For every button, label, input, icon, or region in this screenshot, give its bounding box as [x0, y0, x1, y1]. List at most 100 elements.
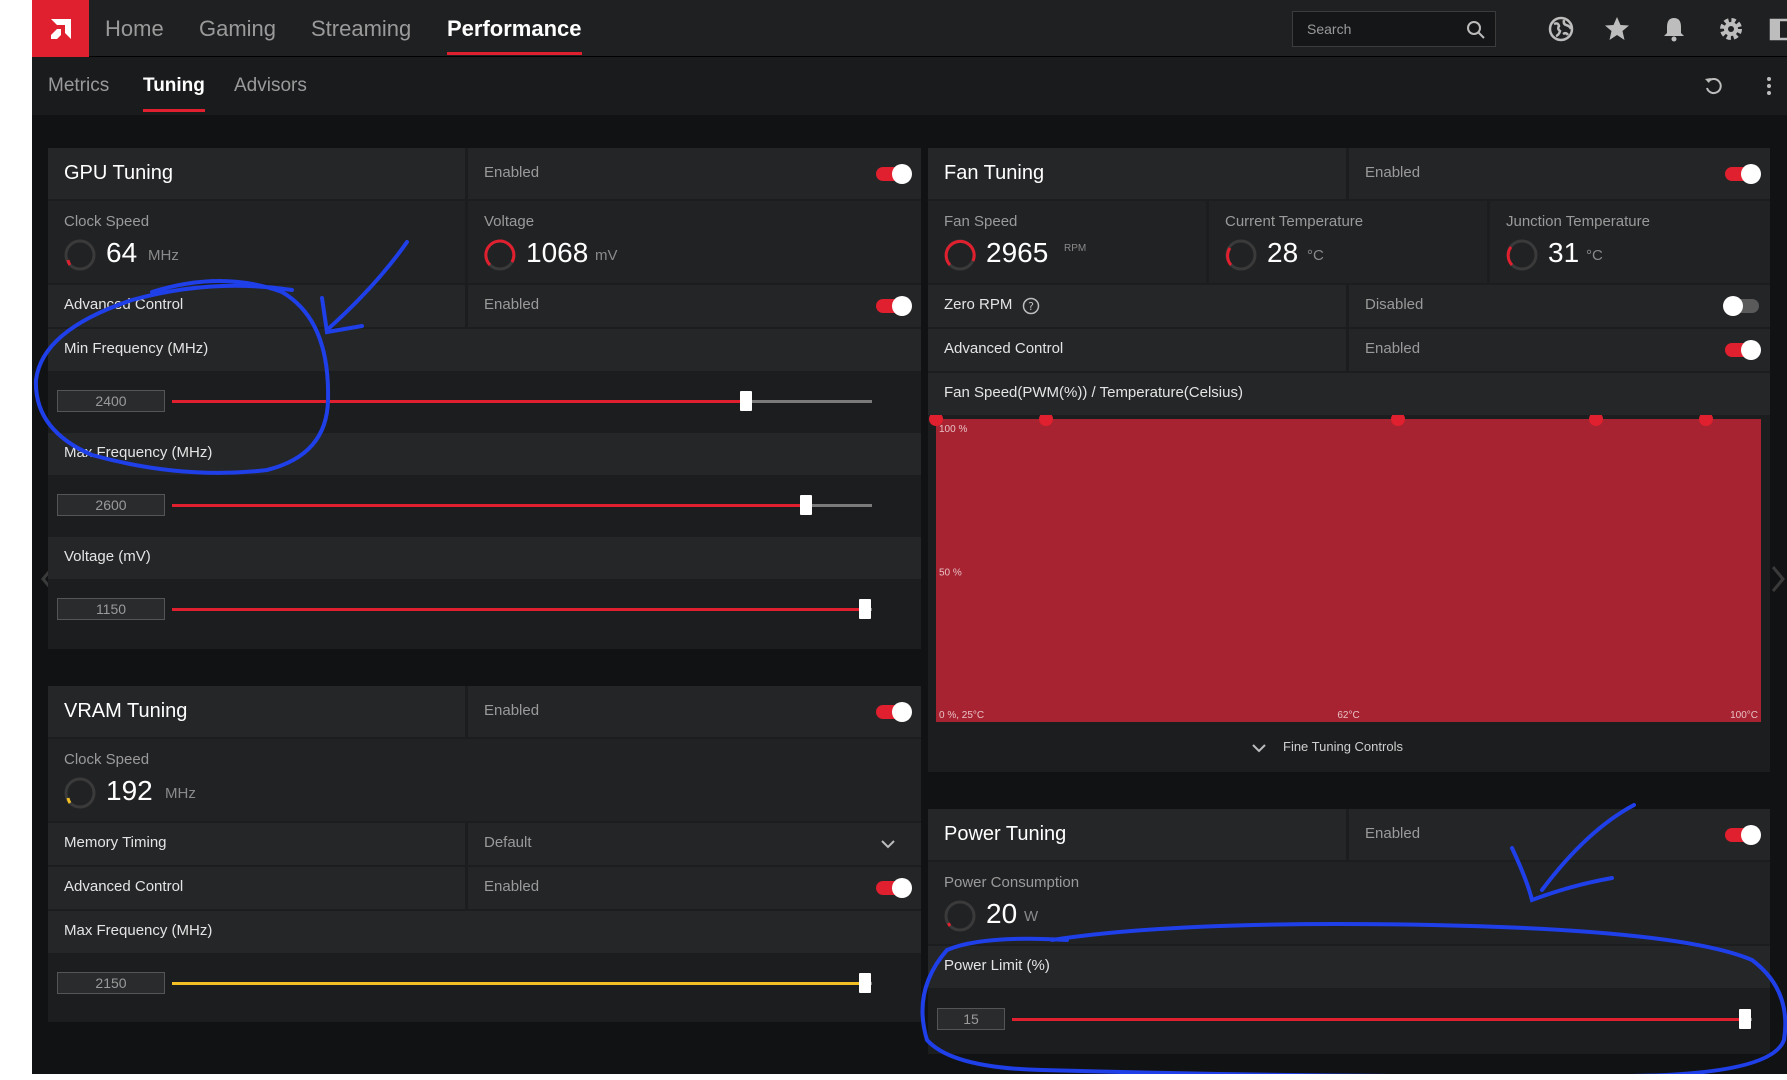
- tab-advisors[interactable]: Advisors: [234, 57, 307, 115]
- power-limit-thumb[interactable]: [1738, 1009, 1751, 1029]
- fan-chart-header: Fan Speed(PWM(%)) / Temperature(Celsius): [928, 373, 1770, 415]
- gpu-max-freq-slider[interactable]: [172, 495, 872, 515]
- tab-metrics[interactable]: Metrics: [48, 57, 109, 115]
- power-status-cell: Enabled: [1349, 809, 1770, 860]
- gpu-voltage-label: Voltage: [484, 213, 535, 230]
- power-tuning-header: Power Tuning Enabled: [928, 809, 1770, 860]
- fan-chart-title: Fan Speed(PWM(%)) / Temperature(Celsius): [944, 384, 1243, 401]
- search-icon[interactable]: [1466, 20, 1486, 40]
- power-tuning-status: Enabled: [1365, 825, 1421, 842]
- tab-home[interactable]: Home: [105, 0, 164, 57]
- vram-clock-value: 192: [106, 775, 153, 806]
- search-input[interactable]: [1293, 12, 1463, 46]
- gpu-tuning-panel: GPU Tuning Enabled Clock Speed 64 MHz Vo…: [48, 148, 921, 649]
- bell-icon[interactable]: [1659, 14, 1689, 44]
- fine-tuning-row[interactable]: Fine Tuning Controls: [928, 725, 1770, 772]
- zero-rpm-row: Zero RPM ? Disabled: [928, 285, 1770, 327]
- current-temp-unit: °C: [1307, 247, 1324, 264]
- gpu-min-freq-header: Min Frequency (MHz): [48, 329, 921, 371]
- chevron-down-icon[interactable]: [1251, 741, 1267, 755]
- search-box[interactable]: [1292, 11, 1496, 47]
- zero-rpm-status-cell: Disabled: [1349, 285, 1770, 327]
- fan-advanced-label: Advanced Control: [944, 340, 1064, 357]
- gpu-metrics-row: Clock Speed 64 MHz Voltage 1068 mV: [48, 201, 921, 283]
- vram-memory-timing-dropdown[interactable]: Default: [468, 823, 921, 865]
- zero-rpm-toggle[interactable]: [1723, 296, 1759, 316]
- vram-max-freq-header: Max Frequency (MHz): [48, 911, 921, 953]
- gpu-advanced-toggle[interactable]: [876, 296, 912, 316]
- vram-tuning-toggle[interactable]: [876, 702, 912, 722]
- gpu-max-freq-thumb[interactable]: [799, 495, 812, 515]
- gpu-tuning-toggle[interactable]: [876, 164, 912, 184]
- tab-streaming[interactable]: Streaming: [311, 0, 411, 57]
- power-limit-input[interactable]: 15: [937, 1008, 1005, 1030]
- gpu-max-freq-input[interactable]: 2600: [57, 494, 165, 516]
- vram-clock-label: Clock Speed: [64, 751, 150, 768]
- gpu-min-freq-label: Min Frequency (MHz): [64, 340, 209, 357]
- gpu-status-cell: Enabled: [468, 148, 921, 199]
- vram-advanced-status-cell: Enabled: [468, 867, 921, 909]
- next-page-icon[interactable]: [1770, 565, 1786, 593]
- star-icon[interactable]: [1602, 14, 1632, 44]
- gpu-title-cell: GPU Tuning: [48, 148, 465, 199]
- power-consumption-label: Power Consumption: [944, 874, 1080, 891]
- fan-advanced-toggle[interactable]: [1725, 340, 1761, 360]
- zero-rpm-label-cell: Zero RPM ?: [928, 285, 1346, 327]
- current-temp-cell: Current Temperature 28 °C: [1209, 201, 1487, 283]
- gpu-tuning-header: GPU Tuning Enabled: [48, 148, 921, 199]
- vram-title-cell: VRAM Tuning: [48, 686, 465, 737]
- gpu-voltage-value: 1068: [526, 237, 589, 268]
- globe-icon[interactable]: [1546, 14, 1576, 44]
- junction-temp-value: 31: [1548, 237, 1580, 268]
- fan-chart-ytick: 50 %: [939, 568, 962, 579]
- gpu-min-freq-input[interactable]: 2400: [57, 390, 165, 412]
- tab-tuning[interactable]: Tuning: [143, 57, 205, 115]
- power-tuning-toggle[interactable]: [1725, 825, 1761, 845]
- tab-performance[interactable]: Performance: [447, 0, 582, 57]
- power-limit-slider[interactable]: [1012, 1009, 1752, 1029]
- vram-memory-timing-row: Memory Timing Default: [48, 823, 921, 865]
- fan-tuning-toggle[interactable]: [1725, 164, 1761, 184]
- junction-temp-unit: °C: [1586, 247, 1603, 264]
- reset-icon[interactable]: [1703, 75, 1725, 97]
- tab-gaming[interactable]: Gaming: [199, 0, 276, 57]
- fan-tuning-header: Fan Tuning Enabled: [928, 148, 1770, 199]
- gpu-voltage-mv-header: Voltage (mV): [48, 537, 921, 579]
- gpu-advanced-row: Advanced Control Enabled: [48, 285, 921, 327]
- fan-curve-chart[interactable]: 100 % 50 % 0 %, 25°C 62°C 100°C: [928, 415, 1770, 725]
- vram-advanced-label-cell: Advanced Control: [48, 867, 465, 909]
- fan-speed-cell: Fan Speed 2965 RPM: [928, 201, 1206, 283]
- vram-max-freq-input[interactable]: 2150: [57, 972, 165, 994]
- vram-tuning-header: VRAM Tuning Enabled: [48, 686, 921, 737]
- gear-icon[interactable]: [1716, 14, 1746, 44]
- fan-tuning-title: Fan Tuning: [944, 162, 1045, 184]
- gpu-voltage-mv-thumb[interactable]: [859, 599, 871, 619]
- more-icon[interactable]: [1765, 74, 1773, 98]
- gpu-advanced-status-cell: Enabled: [468, 285, 921, 327]
- sidebar-icon[interactable]: [1768, 14, 1787, 44]
- help-icon[interactable]: ?: [1022, 297, 1040, 315]
- vram-advanced-label: Advanced Control: [64, 878, 184, 895]
- sub-nav-bar: Metrics Tuning Advisors: [32, 57, 1787, 115]
- gpu-voltage-mv-slider[interactable]: [172, 599, 872, 619]
- power-gauge-icon: [944, 900, 976, 932]
- gpu-clock-unit: MHz: [148, 247, 179, 264]
- chevron-down-icon[interactable]: [880, 837, 896, 851]
- amd-logo[interactable]: [32, 0, 89, 57]
- gpu-max-freq-slider-row: 2600: [48, 475, 921, 535]
- gpu-voltage-mv-input[interactable]: 1150: [57, 598, 165, 620]
- vram-advanced-toggle[interactable]: [876, 878, 912, 898]
- vram-tuning-status: Enabled: [484, 702, 540, 719]
- top-bar: Home Gaming Streaming Performance: [32, 0, 1787, 57]
- vram-max-freq-thumb[interactable]: [859, 973, 871, 993]
- vram-clock-gauge-icon: [64, 777, 96, 809]
- gpu-max-freq-header: Max Frequency (MHz): [48, 433, 921, 475]
- fan-chart-xtick: 100°C: [1730, 710, 1758, 721]
- vram-max-freq-slider[interactable]: [172, 973, 872, 993]
- fan-speed-label: Fan Speed: [944, 213, 1018, 230]
- fan-chart-ytick: 100 %: [939, 424, 967, 435]
- gpu-min-freq-slider[interactable]: [172, 391, 872, 411]
- fan-speed-gauge-icon: [944, 239, 976, 271]
- fine-tuning-label[interactable]: Fine Tuning Controls: [1283, 739, 1403, 754]
- gpu-min-freq-thumb[interactable]: [740, 391, 752, 411]
